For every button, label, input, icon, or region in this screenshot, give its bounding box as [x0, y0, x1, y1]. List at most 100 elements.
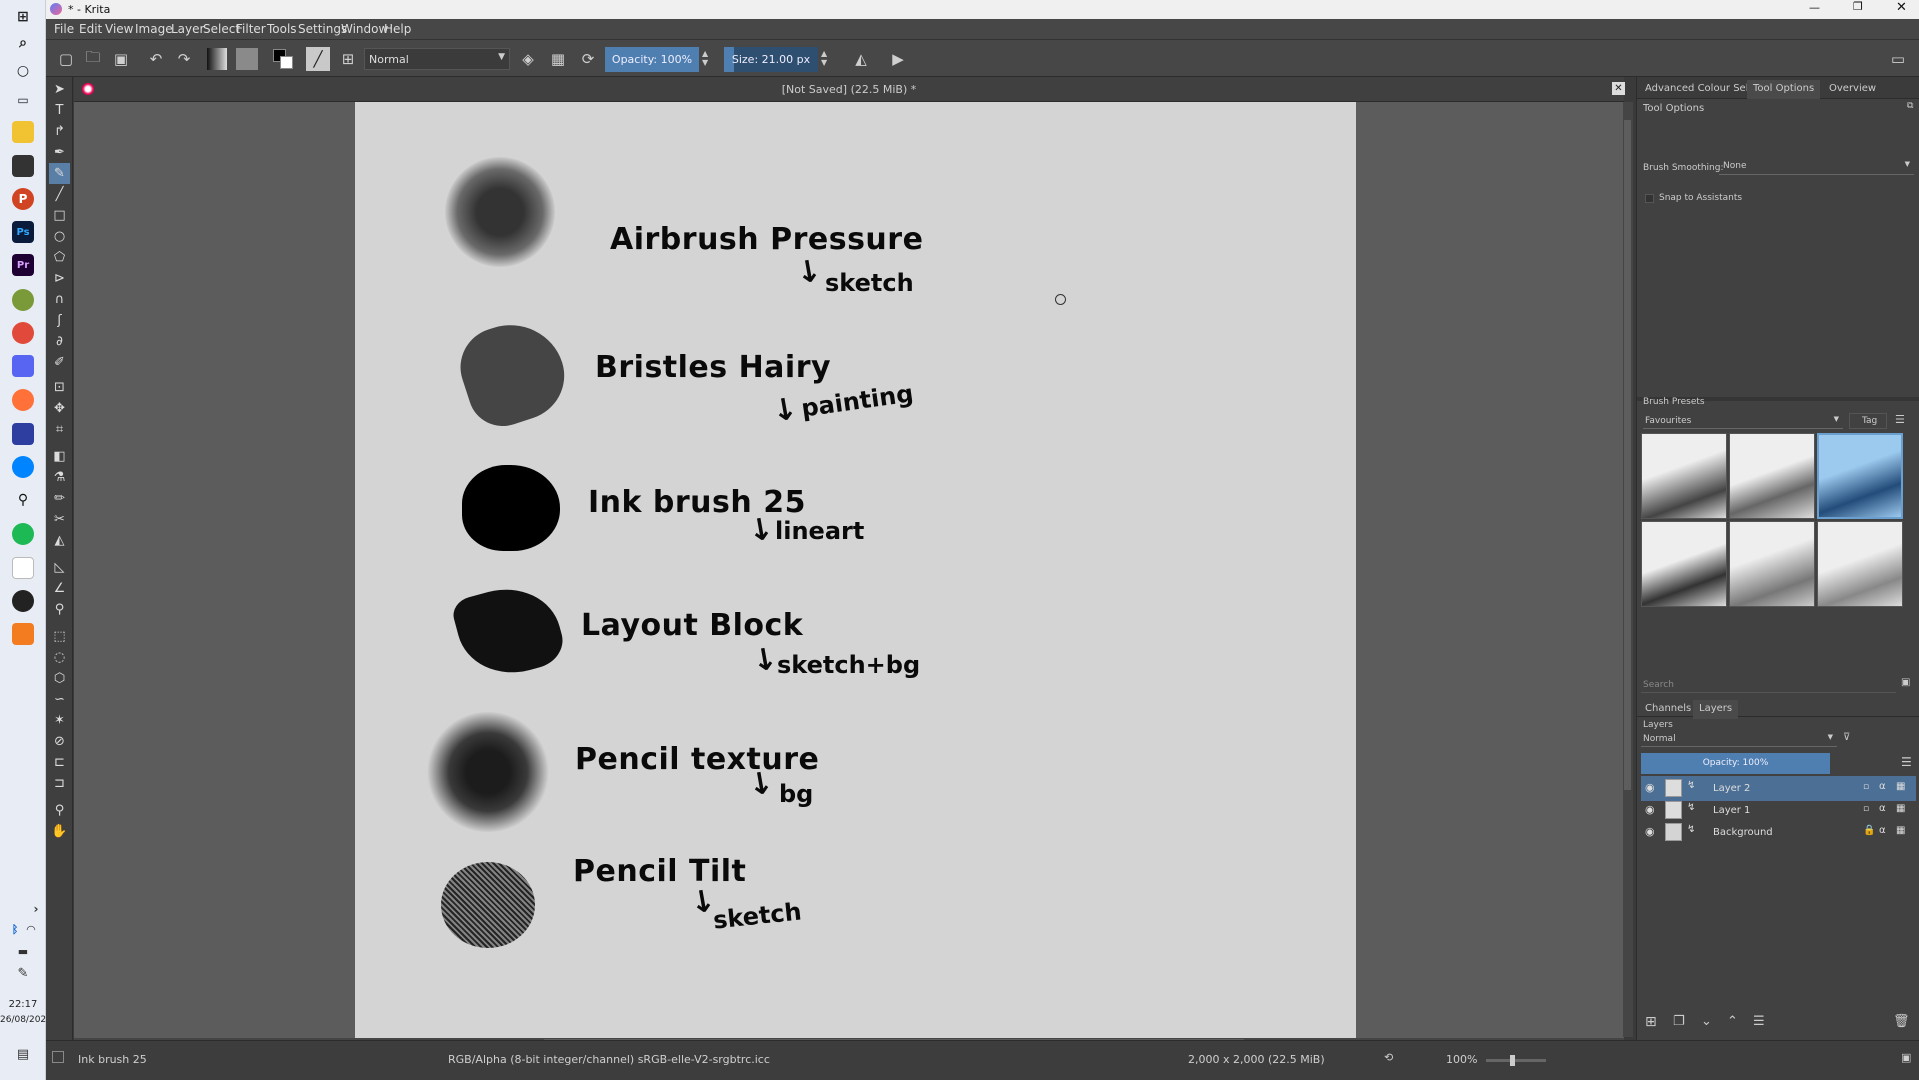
alpha-icon[interactable]: α: [1879, 803, 1886, 814]
minimize-icon[interactable]: —: [1809, 1, 1820, 14]
polyline-tool-icon[interactable]: ⊳: [49, 268, 70, 289]
inherit-alpha-icon[interactable]: ▦: [1896, 825, 1905, 836]
polygon-tool-icon[interactable]: ⬠: [49, 247, 70, 268]
text-tool-icon[interactable]: T: [49, 100, 70, 121]
zoom-tool-icon[interactable]: ⚲: [49, 800, 70, 821]
pan-tool-icon[interactable]: ✋: [49, 821, 70, 842]
close-document-icon[interactable]: ✕: [1612, 82, 1625, 95]
task-view-icon[interactable]: ▭: [12, 89, 34, 111]
status-color-space[interactable]: RGB/Alpha (8-bit integer/channel) sRGB-e…: [448, 1053, 770, 1066]
edit-shapes-icon[interactable]: ↱: [49, 121, 70, 142]
clock-date[interactable]: 26/08/2020: [0, 1013, 52, 1027]
assistant-tool-icon[interactable]: ◺: [49, 557, 70, 578]
premiere-icon[interactable]: Pr: [12, 254, 34, 276]
headphones-icon[interactable]: [12, 623, 34, 645]
rect-select-icon[interactable]: ⬚: [49, 626, 70, 647]
chrome-icon[interactable]: [12, 322, 34, 344]
menu-window[interactable]: Window: [341, 22, 388, 36]
reload-preset-icon[interactable]: ⟳: [576, 47, 600, 71]
layer-name[interactable]: Layer 1: [1713, 805, 1750, 816]
crop-tool-icon[interactable]: ⌗: [49, 419, 70, 440]
transform-tool-icon[interactable]: ⊡: [49, 377, 70, 398]
layer-name[interactable]: Background: [1713, 827, 1773, 838]
layer-blend-select[interactable]: Normal ▼: [1641, 731, 1837, 747]
inherit-alpha-icon[interactable]: ▦: [1896, 803, 1905, 814]
gradient-tool-icon[interactable]: ◧: [49, 446, 70, 467]
status-zoom[interactable]: 100%: [1446, 1053, 1477, 1066]
fg-bg-color-icon[interactable]: [271, 47, 295, 71]
alpha-icon[interactable]: α: [1879, 825, 1886, 836]
app-icon[interactable]: [12, 289, 34, 311]
layer-row-background[interactable]: ◉ ↯ Background 🔒 α ▦: [1641, 820, 1916, 845]
blend-mode-select[interactable]: Normal ▼: [364, 48, 510, 70]
canvas-paper[interactable]: Airbrush Pressure ↘ sketch Bristles Hair…: [355, 102, 1356, 1038]
gradient-icon[interactable]: [207, 48, 227, 70]
opacity-slider[interactable]: Opacity: 100%: [605, 47, 699, 72]
menu-edit[interactable]: Edit: [79, 22, 102, 36]
preset-tag-select[interactable]: Favourites ▼: [1643, 413, 1843, 429]
float-dock-icon[interactable]: ⧉: [1907, 101, 1913, 111]
preset-thumb-6[interactable]: [1817, 521, 1903, 607]
layer-properties-icon[interactable]: ☰: [1901, 755, 1912, 769]
preset-view-icon[interactable]: ☰: [1895, 413, 1905, 426]
reference-tool-icon[interactable]: ⚲: [49, 599, 70, 620]
save-icon[interactable]: ▣: [109, 47, 133, 71]
dock-panel-icon[interactable]: ▭: [1886, 47, 1910, 71]
app-icon[interactable]: [12, 423, 34, 445]
maximize-icon[interactable]: ❐: [1853, 0, 1863, 13]
eraser-icon[interactable]: ◈: [516, 47, 540, 71]
layer-name[interactable]: Layer 2: [1713, 783, 1750, 794]
calligraphy-icon[interactable]: ✒: [49, 142, 70, 163]
ellipse-select-icon[interactable]: ◌: [49, 647, 70, 668]
rectangle-tool-icon[interactable]: □: [49, 205, 70, 226]
firefox-icon[interactable]: [12, 389, 34, 411]
preset-thumb-5[interactable]: [1729, 521, 1815, 607]
size-slider[interactable]: Size: 21.00 px: [724, 47, 818, 72]
color-picker-icon[interactable]: ⚗: [49, 467, 70, 488]
rotate-reset-icon[interactable]: ⟲: [1384, 1051, 1393, 1064]
menu-layer[interactable]: Layer: [171, 22, 204, 36]
mirror-vertical-icon[interactable]: ▶: [886, 47, 910, 71]
size-spin-icon[interactable]: ▲ ▼: [821, 49, 827, 67]
scroll-thumb[interactable]: [1624, 120, 1631, 790]
brush-smoothing-select[interactable]: None ▼: [1719, 157, 1914, 175]
obs-icon[interactable]: [12, 590, 34, 612]
network-icon[interactable]: ◠: [24, 918, 38, 940]
menu-view[interactable]: View: [105, 22, 133, 36]
search-app-icon[interactable]: ⚲: [12, 489, 34, 511]
smart-patch-icon[interactable]: ✂: [49, 509, 70, 530]
ellipse-tool-icon[interactable]: ○: [49, 226, 70, 247]
lock-icon[interactable]: ▫: [1863, 804, 1869, 814]
freehand-path-icon[interactable]: ʃ: [49, 310, 70, 331]
polygon-select-icon[interactable]: ⬡: [49, 668, 70, 689]
workspace-icon[interactable]: ⊞: [336, 47, 360, 71]
bluetooth-icon[interactable]: ᛒ: [8, 918, 22, 940]
delete-layer-icon[interactable]: 🗑: [1893, 1014, 1910, 1029]
preset-thumb-1[interactable]: [1641, 433, 1727, 519]
pen-icon[interactable]: ✎: [12, 962, 34, 984]
battery-icon[interactable]: ▬: [12, 940, 34, 962]
photoshop-icon[interactable]: Ps: [12, 221, 34, 243]
store-icon[interactable]: [12, 155, 34, 177]
freehand-brush-icon[interactable]: ✎: [49, 163, 70, 184]
vertical-scrollbar[interactable]: [1623, 102, 1633, 1037]
tag-button[interactable]: Tag: [1849, 413, 1887, 429]
menu-filter[interactable]: Filter: [236, 22, 266, 36]
measure-tool-icon[interactable]: ∠: [49, 578, 70, 599]
line-tool-icon[interactable]: ╱: [49, 184, 70, 205]
krita-icon[interactable]: [12, 557, 34, 579]
redo-icon[interactable]: ↷: [172, 47, 196, 71]
tab-layers[interactable]: Layers: [1693, 700, 1739, 719]
bezier-tool-icon[interactable]: ∩: [49, 289, 70, 310]
select-shapes-icon[interactable]: ➤: [49, 79, 70, 100]
new-document-icon[interactable]: ▢: [54, 47, 78, 71]
layer-opacity-slider[interactable]: Opacity: 100%: [1641, 753, 1830, 774]
preset-thumb-3[interactable]: [1817, 433, 1903, 519]
menu-image[interactable]: Image: [135, 22, 173, 36]
layer-menu-icon[interactable]: ☰: [1753, 1014, 1765, 1029]
clock-time[interactable]: 22:17: [0, 998, 46, 1012]
lock-icon[interactable]: ▫: [1863, 782, 1869, 792]
file-explorer-icon[interactable]: [12, 121, 34, 143]
duplicate-layer-icon[interactable]: ❐: [1673, 1014, 1685, 1029]
preset-thumb-2[interactable]: [1729, 433, 1815, 519]
